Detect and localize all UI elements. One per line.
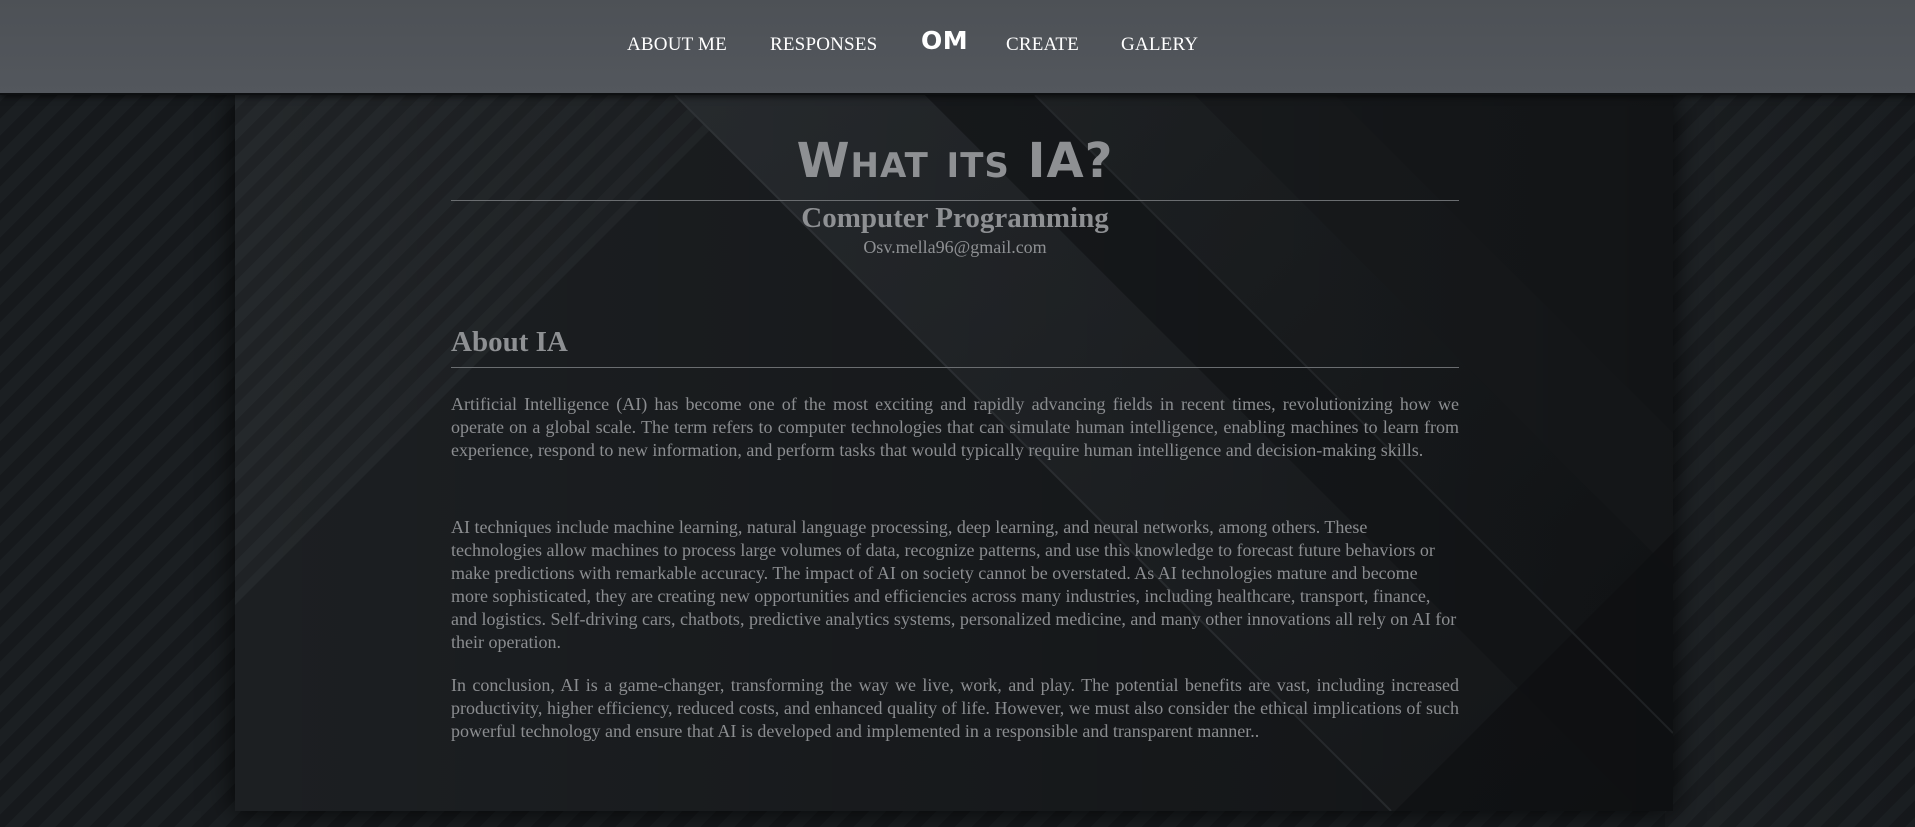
content-card: What its IA? Computer Programming Osv.me… — [235, 95, 1673, 811]
page-title: What its IA? — [796, 133, 1114, 189]
nav-link-galery[interactable]: GALERY — [1121, 34, 1198, 56]
page-subtitle: Computer Programming — [801, 202, 1109, 234]
contact-email: Osv.mella96@gmail.com — [863, 237, 1047, 257]
top-navbar: ABOUT ME RESPONSES OM CREATE GALERY — [0, 0, 1915, 95]
paragraph-intro: Artificial Intelligence (AI) has become … — [451, 394, 1459, 460]
nav-link-create[interactable]: CREATE — [1006, 34, 1079, 56]
nav-link-responses[interactable]: RESPONSES — [770, 34, 877, 56]
section-heading: About IA — [451, 326, 568, 358]
nav-logo[interactable]: OM — [921, 26, 968, 55]
paragraph-techniques: AI techniques include machine learning, … — [451, 517, 1457, 652]
section-divider — [451, 367, 1459, 368]
paragraph-conclusion: In conclusion, AI is a game-changer, tra… — [451, 675, 1459, 741]
nav-link-about-me[interactable]: ABOUT ME — [627, 34, 727, 56]
